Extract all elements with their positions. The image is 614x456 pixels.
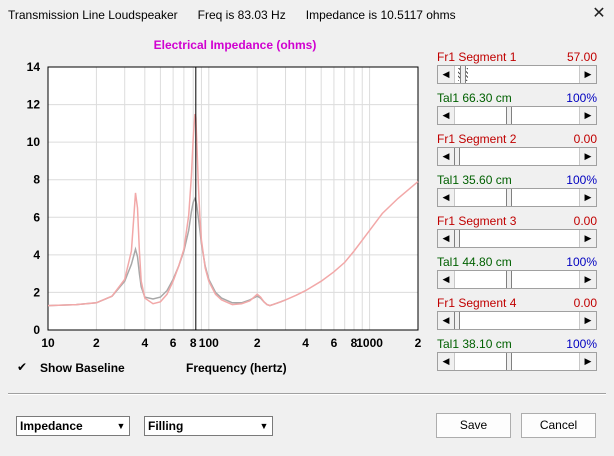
app-title: Transmission Line Loudspeaker xyxy=(8,8,178,22)
save-button[interactable]: Save xyxy=(436,413,511,438)
segment-slider[interactable]: ◀ ▶ xyxy=(437,147,597,166)
divider xyxy=(8,393,606,395)
scroll-left-icon[interactable]: ◀ xyxy=(438,312,455,329)
y-tick-label: 10 xyxy=(27,135,41,149)
segment-label: Fr1 Segment 3 xyxy=(437,214,517,228)
slider-thumb[interactable] xyxy=(505,271,512,288)
x-tick-label: 2 xyxy=(415,336,422,350)
scroll-right-icon[interactable]: ▶ xyxy=(579,230,596,247)
x-tick-label: 4 xyxy=(141,336,148,350)
scroll-right-icon[interactable]: ▶ xyxy=(579,353,596,370)
x-axis-title: Frequency (hertz) xyxy=(186,361,287,375)
segment-slider[interactable]: ◀ ▶ xyxy=(437,352,597,371)
y-tick-label: 8 xyxy=(33,173,40,187)
segment-value: 100% xyxy=(566,173,597,187)
slider-thumb[interactable] xyxy=(460,66,466,83)
segment-slider[interactable]: ◀ ▶ xyxy=(437,65,597,84)
segment-slider[interactable]: ◀ ▶ xyxy=(437,270,597,289)
scroll-left-icon[interactable]: ◀ xyxy=(438,107,455,124)
segment-value: 0.00 xyxy=(573,132,597,146)
scroll-left-icon[interactable]: ◀ xyxy=(438,189,455,206)
segment-label: Tal1 35.60 cm xyxy=(437,173,512,187)
scroll-right-icon[interactable]: ▶ xyxy=(579,66,596,83)
segment-slider[interactable]: ◀ ▶ xyxy=(437,106,597,125)
segment-label: Tal1 38.10 cm xyxy=(437,337,512,351)
scroll-right-icon[interactable]: ▶ xyxy=(579,271,596,288)
x-tick-label: 8 xyxy=(190,336,197,350)
x-tick-label: 4 xyxy=(302,336,309,350)
segment-value: 0.00 xyxy=(573,214,597,228)
x-tick-label: 100 xyxy=(199,336,219,350)
y-tick-label: 14 xyxy=(27,60,41,74)
show-baseline-checkbox[interactable]: ✔ xyxy=(17,361,29,373)
segment-value: 100% xyxy=(566,91,597,105)
y-tick-label: 2 xyxy=(33,285,40,299)
filling-select[interactable]: Filling ▼ xyxy=(144,416,273,436)
filling-value: Filling xyxy=(148,419,184,433)
chevron-down-icon[interactable]: ▼ xyxy=(113,417,129,435)
x-tick-label: 6 xyxy=(170,336,177,350)
x-tick-label: 2 xyxy=(93,336,100,350)
x-tick-label: 1000 xyxy=(356,336,383,350)
show-baseline-label[interactable]: Show Baseline xyxy=(40,361,125,375)
segment-slider[interactable]: ◀ ▶ xyxy=(437,229,597,248)
x-tick-label: 10 xyxy=(41,336,55,350)
freq-readout: Freq is 83.03 Hz xyxy=(197,8,286,22)
scroll-left-icon[interactable]: ◀ xyxy=(438,271,455,288)
x-tick-label: 6 xyxy=(331,336,338,350)
scroll-right-icon[interactable]: ▶ xyxy=(579,189,596,206)
slider-thumb[interactable] xyxy=(454,230,460,247)
y-tick-label: 6 xyxy=(33,210,40,224)
slider-thumb[interactable] xyxy=(454,312,460,329)
segment-value: 0.00 xyxy=(573,296,597,310)
scroll-left-icon[interactable]: ◀ xyxy=(438,66,455,83)
segment-slider[interactable]: ◀ ▶ xyxy=(437,311,597,330)
plot-type-value: Impedance xyxy=(20,419,83,433)
y-tick-label: 12 xyxy=(27,98,41,112)
y-tick-label: 4 xyxy=(33,248,40,262)
window-title: Transmission Line Loudspeaker Freq is 83… xyxy=(8,8,456,22)
impedance-readout: Impedance is 10.5117 ohms xyxy=(305,8,456,22)
segment-value: 57.00 xyxy=(566,50,597,64)
chevron-down-icon[interactable]: ▼ xyxy=(256,417,272,435)
scroll-left-icon[interactable]: ◀ xyxy=(438,353,455,370)
x-tick-label: 2 xyxy=(254,336,261,350)
close-icon[interactable]: ✕ xyxy=(584,0,614,30)
impedance-chart[interactable]: 0246810121410 2 4 6 8 100 2 4 6 81000 2 xyxy=(0,50,430,350)
segment-label: Tal1 44.80 cm xyxy=(437,255,512,269)
slider-thumb[interactable] xyxy=(505,107,512,124)
segment-label: Fr1 Segment 2 xyxy=(437,132,517,146)
plot-type-select[interactable]: Impedance ▼ xyxy=(16,416,130,436)
scroll-left-icon[interactable]: ◀ xyxy=(438,230,455,247)
y-tick-label: 0 xyxy=(33,323,40,337)
segment-value: 100% xyxy=(566,255,597,269)
scroll-left-icon[interactable]: ◀ xyxy=(438,148,455,165)
slider-thumb[interactable] xyxy=(505,189,512,206)
scroll-right-icon[interactable]: ▶ xyxy=(579,148,596,165)
segment-label: Tal1 66.30 cm xyxy=(437,91,512,105)
scroll-right-icon[interactable]: ▶ xyxy=(579,312,596,329)
slider-thumb[interactable] xyxy=(505,353,512,370)
segment-slider[interactable]: ◀ ▶ xyxy=(437,188,597,207)
segment-value: 100% xyxy=(566,337,597,351)
title-bar: Transmission Line Loudspeaker Freq is 83… xyxy=(0,0,614,30)
cancel-button[interactable]: Cancel xyxy=(521,413,596,438)
segment-label: Fr1 Segment 4 xyxy=(437,296,517,310)
scroll-right-icon[interactable]: ▶ xyxy=(579,107,596,124)
slider-thumb[interactable] xyxy=(454,148,460,165)
segment-label: Fr1 Segment 1 xyxy=(437,50,517,64)
